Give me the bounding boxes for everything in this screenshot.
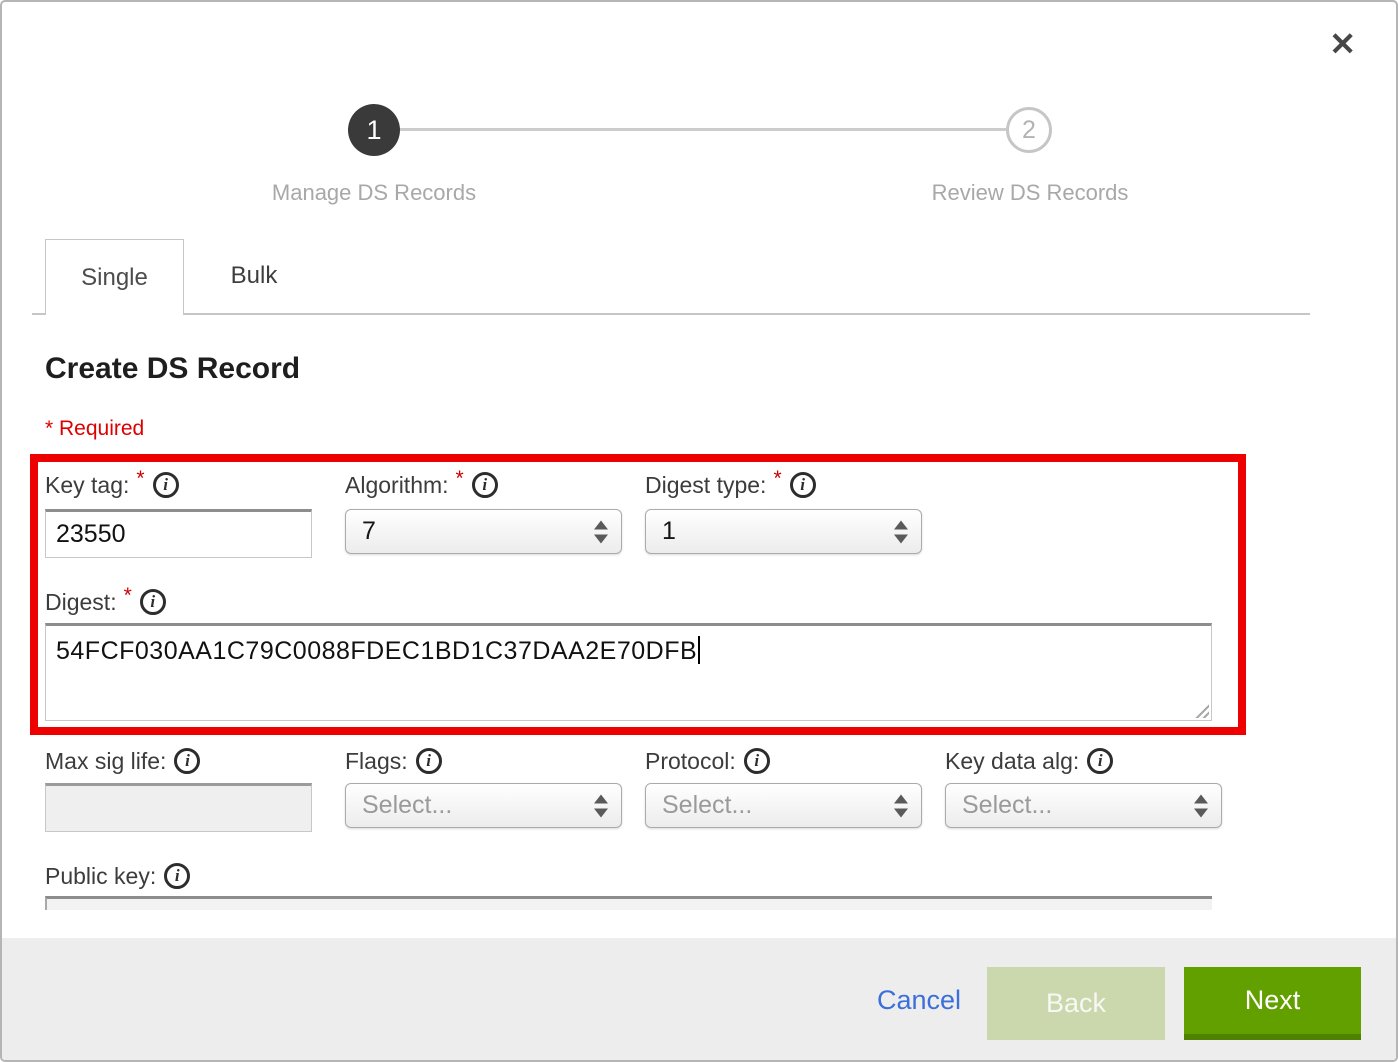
digest-type-selected-value: 1 xyxy=(662,517,676,546)
public-key-label-text: Public key: xyxy=(45,863,156,890)
algorithm-label-text: Algorithm: xyxy=(345,472,449,499)
info-icon[interactable]: i xyxy=(416,748,442,774)
key-data-alg-label-text: Key data alg: xyxy=(945,748,1079,775)
key-tag-label-text: Key tag: xyxy=(45,472,129,499)
algorithm-label: Algorithm: * i xyxy=(345,470,498,500)
tab-single[interactable]: Single xyxy=(45,239,184,315)
protocol-selected-value: Select... xyxy=(662,791,752,820)
flags-selected-value: Select... xyxy=(362,791,452,820)
back-button[interactable]: Back xyxy=(987,967,1165,1040)
max-sig-life-label-text: Max sig life: xyxy=(45,748,166,775)
create-ds-record-dialog: ✕ 1 2 Manage DS Records Review DS Record… xyxy=(0,0,1398,1062)
protocol-label-text: Protocol: xyxy=(645,748,736,775)
digest-type-label: Digest type: * i xyxy=(645,470,816,500)
tab-bulk[interactable]: Bulk xyxy=(184,239,324,313)
public-key-label: Public key: i xyxy=(45,861,190,891)
digest-label-text: Digest: xyxy=(45,589,117,616)
select-arrows-icon xyxy=(594,794,608,817)
max-sig-life-input[interactable] xyxy=(45,783,312,832)
text-cursor xyxy=(698,636,700,664)
next-button[interactable]: Next xyxy=(1184,967,1361,1040)
info-icon[interactable]: i xyxy=(153,472,179,498)
key-tag-label: Key tag: * i xyxy=(45,470,179,500)
dialog-footer: Cancel Back Next xyxy=(2,938,1396,1060)
resize-handle[interactable] xyxy=(1193,702,1209,718)
required-asterisk: * xyxy=(456,467,464,491)
max-sig-life-label: Max sig life: i xyxy=(45,746,200,776)
close-icon[interactable]: ✕ xyxy=(1329,28,1356,60)
required-asterisk: * xyxy=(773,467,781,491)
digest-textarea[interactable]: 54FCF030AA1C79C0088FDEC1BD1C37DAA2E70DFB xyxy=(45,623,1212,721)
flags-select[interactable]: Select... xyxy=(345,783,622,828)
step-2-indicator: 2 xyxy=(1006,107,1052,153)
digest-label: Digest: * i xyxy=(45,587,166,617)
digest-value: 54FCF030AA1C79C0088FDEC1BD1C37DAA2E70DFB xyxy=(56,637,697,665)
select-arrows-icon xyxy=(594,520,608,543)
info-icon[interactable]: i xyxy=(174,748,200,774)
page-title: Create DS Record xyxy=(45,352,300,386)
digest-type-label-text: Digest type: xyxy=(645,472,766,499)
info-icon[interactable]: i xyxy=(790,472,816,498)
digest-type-select[interactable]: 1 xyxy=(645,509,922,554)
required-asterisk: * xyxy=(136,467,144,491)
required-note: * Required xyxy=(45,417,144,441)
step-1-label: Manage DS Records xyxy=(272,180,476,206)
public-key-textarea[interactable] xyxy=(45,896,1212,910)
info-icon[interactable]: i xyxy=(140,589,166,615)
cancel-link[interactable]: Cancel xyxy=(877,985,961,1016)
info-icon[interactable]: i xyxy=(1087,748,1113,774)
info-icon[interactable]: i xyxy=(744,748,770,774)
protocol-label: Protocol: i xyxy=(645,746,770,776)
algorithm-selected-value: 7 xyxy=(362,517,376,546)
algorithm-select[interactable]: 7 xyxy=(345,509,622,554)
info-icon[interactable]: i xyxy=(164,863,190,889)
flags-label-text: Flags: xyxy=(345,748,408,775)
key-data-alg-selected-value: Select... xyxy=(962,791,1052,820)
key-data-alg-select[interactable]: Select... xyxy=(945,783,1222,828)
protocol-select[interactable]: Select... xyxy=(645,783,922,828)
key-data-alg-label: Key data alg: i xyxy=(945,746,1113,776)
tab-bar: Single Bulk xyxy=(32,239,1310,315)
info-icon[interactable]: i xyxy=(472,472,498,498)
stepper-connector-line xyxy=(400,128,1006,131)
select-arrows-icon xyxy=(894,520,908,543)
key-tag-input[interactable] xyxy=(45,509,312,558)
select-arrows-icon xyxy=(894,794,908,817)
flags-label: Flags: i xyxy=(345,746,442,776)
step-1-indicator: 1 xyxy=(348,104,400,156)
select-arrows-icon xyxy=(1194,794,1208,817)
required-asterisk: * xyxy=(124,584,132,608)
step-2-label: Review DS Records xyxy=(932,180,1129,206)
